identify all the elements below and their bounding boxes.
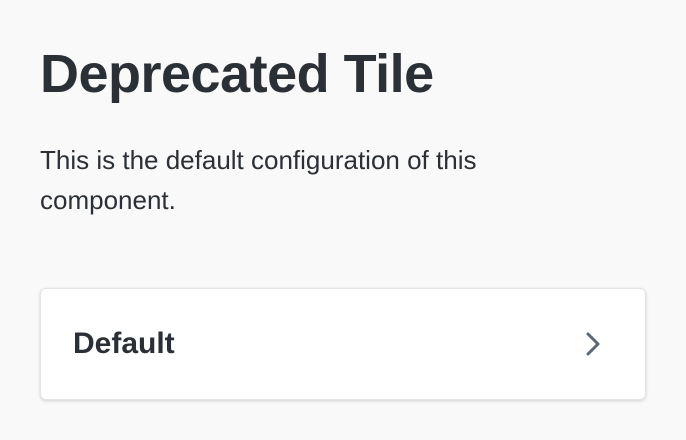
tile-label: Default bbox=[73, 327, 175, 360]
chevron-right-icon bbox=[581, 330, 605, 358]
default-tile[interactable]: Default bbox=[40, 288, 646, 400]
page-content: Deprecated Tile This is the default conf… bbox=[40, 42, 646, 400]
page-description: This is the default configuration of thi… bbox=[40, 145, 477, 215]
page-title: Deprecated Tile bbox=[40, 44, 434, 104]
